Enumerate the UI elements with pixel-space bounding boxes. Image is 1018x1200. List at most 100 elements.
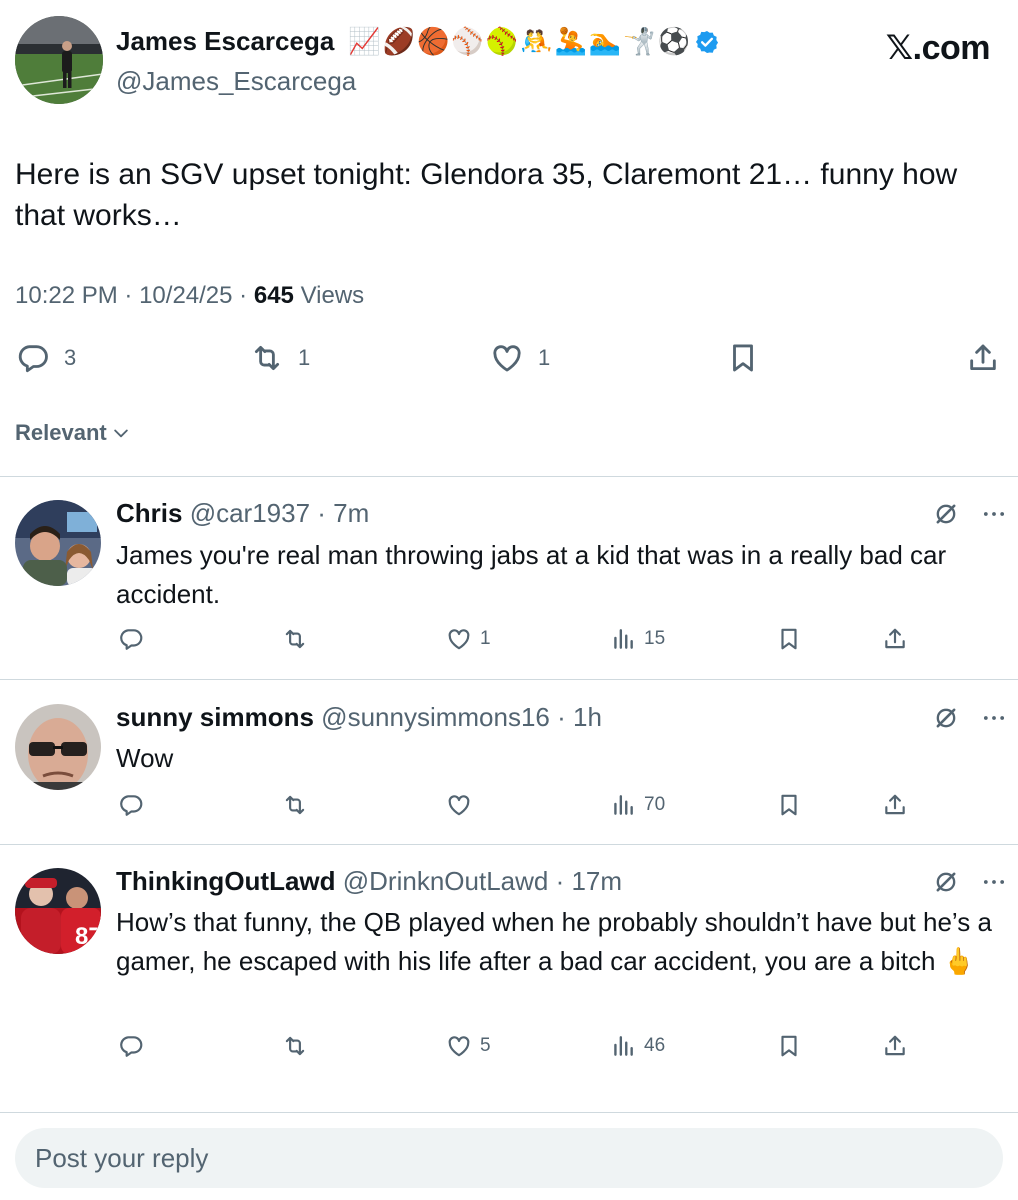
water-polo-emoji: 🤽 [554,26,587,57]
more-dots-icon[interactable] [980,868,1008,896]
reply-bookmark-button[interactable] [776,624,802,654]
bookmark-icon [776,792,802,818]
bookmark-icon [776,626,802,652]
baseball-emoji: ⚾ [451,26,484,57]
bookmark-button[interactable] [726,340,760,376]
sort-label: Relevant [15,420,107,445]
soccer-emoji: ⚽ [657,26,691,57]
post-meta: 10:22 PM · 10/24/25 · 645 Views [15,282,365,309]
reply-reply-button[interactable] [118,624,144,654]
reply-like-button[interactable]: 1 [446,624,491,654]
more-dots-icon[interactable] [980,500,1008,528]
reply-time[interactable]: 7m [333,498,369,528]
share-upload-icon [966,341,1000,375]
author-emoji-list: 📈 🏈 🏀 ⚾ 🥎 🤼 🤽 🏊 🤺 ⚽ [348,27,720,57]
reply-views-count: 70 [644,794,666,815]
reply-bookmark-button[interactable] [776,790,802,820]
reply-author-name[interactable]: Chris [116,498,182,528]
bookmark-icon [776,1033,802,1059]
speech-bubble-icon [118,1033,144,1059]
reply-input[interactable] [15,1128,1003,1188]
verified-badge-icon [695,30,719,53]
reply-views-count: 46 [644,1035,666,1056]
reply-count: 3 [64,345,77,370]
grok-slash-icon[interactable] [932,500,960,528]
x-com-logo: 𝕏.com [885,29,991,67]
post-time[interactable]: 10:22 PM [15,282,118,309]
speech-bubble-icon [118,626,144,652]
reply-header: ThinkingOutLawd @DrinknOutLawd · 17m [116,866,623,896]
reply-text: Wow [116,743,174,773]
reply-like-count: 1 [480,628,491,649]
reply-like-count: 5 [480,1035,491,1056]
reply-button[interactable]: 3 [16,340,76,376]
author-handle[interactable]: @James_Escarcega [116,66,356,97]
author-avatar[interactable] [15,16,103,104]
repost-button[interactable]: 1 [250,340,310,376]
divider [0,679,1018,680]
reply-reply-button[interactable] [118,1031,144,1061]
like-count: 1 [538,345,551,370]
football-emoji: 🏈 [382,26,416,57]
reply-time[interactable]: 17m [571,866,622,896]
reply-text: How’s that funny, the QB played when he … [116,907,992,976]
reply-author-handle[interactable]: @DrinknOutLawd [343,866,549,896]
reply-author-name[interactable]: sunny simmons [116,702,314,732]
repost-count: 1 [298,345,311,370]
reply-repost-button[interactable] [282,1031,308,1061]
reply-like-button[interactable]: 5 [446,1031,491,1061]
reply-repost-button[interactable] [282,790,308,820]
post-date[interactable]: 10/24/25 [139,282,232,309]
author-name-row[interactable]: James Escarcega 📈 🏈 🏀 ⚾ 🥎 🤼 🤽 🏊 🤺 ⚽ [116,26,720,57]
reply-avatar[interactable] [15,704,101,790]
share-button[interactable] [966,340,1000,376]
more-dots-icon[interactable] [980,704,1008,732]
repost-arrows-icon [282,626,308,652]
reply-views-count: 15 [644,628,666,649]
reply-views-button[interactable]: 15 [610,624,665,654]
sort-dropdown[interactable]: Relevant [15,420,131,446]
speech-bubble-icon [16,341,50,375]
reply-reply-button[interactable] [118,790,144,820]
reply-tools [932,500,1008,528]
reply-time[interactable]: 1h [573,702,602,732]
share-upload-icon [882,1033,908,1059]
reply-share-button[interactable] [882,790,908,820]
reply-composer[interactable] [15,1128,1003,1188]
wrestling-emoji: 🤼 [520,26,553,57]
reply-avatar[interactable] [15,500,101,586]
grok-slash-icon[interactable] [932,868,960,896]
like-button[interactable]: 1 [490,340,550,376]
reply-text: James you're real man throwing jabs at a… [116,540,947,609]
reply-author-handle[interactable]: @sunnysimmons16 [321,702,550,732]
heart-icon [446,792,472,818]
reply-views-button[interactable]: 70 [610,790,665,820]
softball-emoji: 🥎 [485,26,519,57]
reply-like-button[interactable] [446,790,480,820]
svg-text:87: 87 [75,923,101,950]
divider [0,844,1018,845]
bar-chart-icon [610,792,636,818]
reply-avatar[interactable]: 87 [15,868,101,954]
chart-up-emoji: 📈 [348,26,381,57]
reply-views-button[interactable]: 46 [610,1031,665,1061]
reply-bookmark-button[interactable] [776,1031,802,1061]
reply-author-name[interactable]: ThinkingOutLawd [116,866,336,896]
basketball-emoji: 🏀 [417,26,450,57]
chevron-down-icon [113,429,128,438]
share-upload-icon [882,626,908,652]
divider [0,476,1018,477]
heart-icon [446,1033,472,1059]
post-views-count: 645 [253,282,294,309]
reply-repost-button[interactable] [282,624,308,654]
author-name[interactable]: James Escarcega [116,26,334,57]
divider [0,1112,1018,1113]
fencing-emoji: 🤺 [623,26,656,57]
reply-share-button[interactable] [882,1031,908,1061]
bookmark-icon [726,341,760,375]
speech-bubble-icon [118,792,144,818]
reply-tools [932,868,1008,896]
grok-slash-icon[interactable] [932,704,960,732]
reply-share-button[interactable] [882,624,908,654]
reply-author-handle[interactable]: @car1937 [190,498,310,528]
